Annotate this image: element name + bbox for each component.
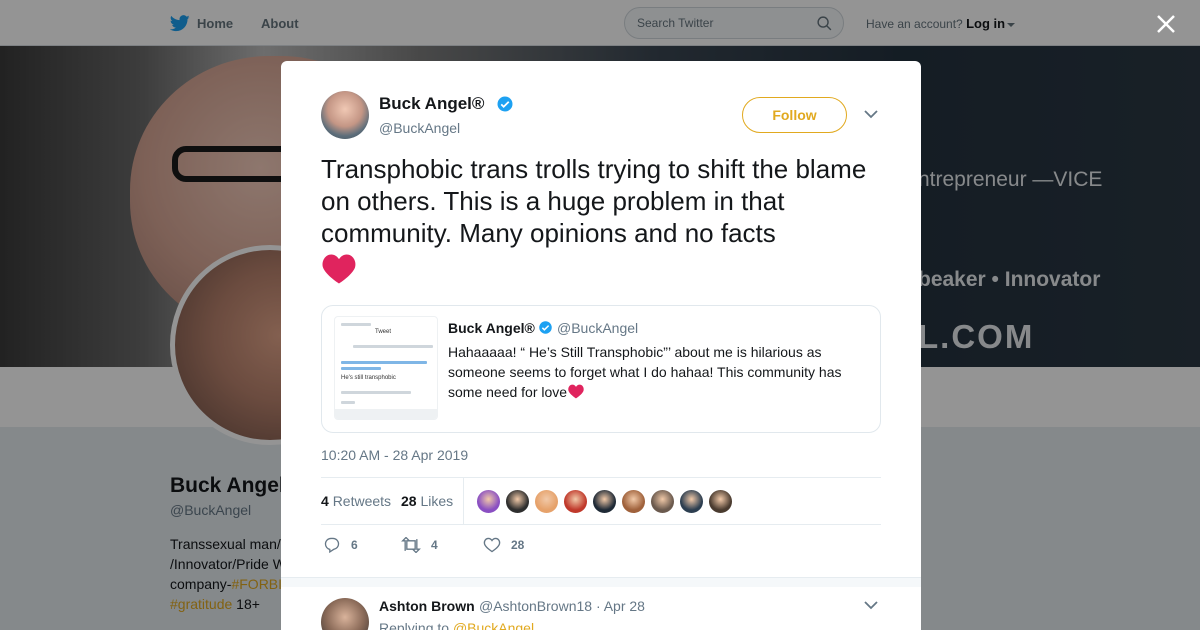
liker-avatar[interactable] <box>708 489 733 514</box>
liker-avatar[interactable] <box>534 489 559 514</box>
replying-prefix: Replying to <box>379 620 453 630</box>
thumb-row <box>341 361 427 364</box>
likes-label: Likes <box>420 493 454 509</box>
verified-badge-icon <box>539 321 552 334</box>
retweets-count: 4 <box>321 493 329 509</box>
tweet-modal: Buck Angel® @BuckAngel Follow Transphobi… <box>281 61 921 630</box>
reply-author-avatar[interactable] <box>321 598 369 630</box>
liker-avatar[interactable] <box>476 489 501 514</box>
likes-stat[interactable]: 28 Likes <box>401 493 453 509</box>
liker-avatar[interactable] <box>650 489 675 514</box>
retweets-label: Retweets <box>332 493 392 509</box>
liker-avatar[interactable] <box>621 489 646 514</box>
thumb-line: He's still transphobic <box>341 375 396 381</box>
quoted-author-handle: @BuckAngel <box>557 320 639 336</box>
quoted-body: Hahaaaaa! “ He’s Still Transphobic”’ abo… <box>448 344 842 400</box>
reply-author-name[interactable]: Ashton Brown <box>379 598 475 614</box>
thumb-row <box>353 345 433 348</box>
liker-avatars <box>476 489 737 514</box>
reply-icon <box>324 537 340 553</box>
thumb-status-bar <box>341 323 371 326</box>
like-icon <box>483 537 501 553</box>
author-avatar[interactable] <box>321 91 369 139</box>
reply-separator <box>281 577 921 587</box>
like-count: 28 <box>511 538 525 552</box>
mention-link[interactable]: @BuckAngel <box>453 620 534 630</box>
close-icon[interactable] <box>1154 12 1178 36</box>
author-name[interactable]: Buck Angel® <box>379 94 484 114</box>
heart-icon <box>568 384 584 399</box>
chevron-down-icon[interactable] <box>864 109 878 119</box>
quoted-tweet-text: Hahaaaaa! “ He’s Still Transphobic”’ abo… <box>448 342 868 402</box>
stats-divider <box>463 478 464 525</box>
thumb-row <box>341 367 381 370</box>
tweet-stats: 4 Retweets 28 Likes <box>321 477 881 525</box>
thumb-footer <box>335 409 437 419</box>
liker-avatar[interactable] <box>563 489 588 514</box>
tweet-timestamp[interactable]: 10:20 AM - 28 Apr 2019 <box>321 447 468 463</box>
retweet-button[interactable]: 4 <box>401 537 438 553</box>
thumb-title: Tweet <box>375 329 392 335</box>
thumb-row <box>341 391 411 394</box>
tweet-text: Transphobic trans trolls trying to shift… <box>321 153 881 285</box>
like-button[interactable]: 28 <box>483 537 524 553</box>
reply-button[interactable]: 6 <box>323 537 358 553</box>
liker-avatar[interactable] <box>505 489 530 514</box>
retweets-stat[interactable]: 4 Retweets <box>321 493 391 509</box>
likes-count: 28 <box>401 493 417 509</box>
replying-to: Replying to @BuckAngel <box>379 620 534 630</box>
thumb-row <box>341 401 355 404</box>
liker-avatar[interactable] <box>679 489 704 514</box>
retweet-icon <box>401 537 421 553</box>
chevron-down-icon[interactable] <box>864 600 878 610</box>
tweet-body: Transphobic trans trolls trying to shift… <box>321 154 867 248</box>
reply-count: 6 <box>351 538 358 552</box>
follow-button[interactable]: Follow <box>742 97 847 133</box>
tweet-actions: 6 4 28 <box>321 537 881 559</box>
verified-badge-icon <box>497 96 513 112</box>
heart-icon <box>322 254 356 284</box>
author-handle[interactable]: @BuckAngel <box>379 120 460 136</box>
retweet-count: 4 <box>431 538 438 552</box>
quoted-tweet-image[interactable]: Tweet He's still transphobic <box>334 316 438 420</box>
liker-avatar[interactable] <box>592 489 617 514</box>
quoted-tweet[interactable]: Tweet He's still transphobic Buck Angel®… <box>321 305 881 433</box>
quoted-author-name: Buck Angel® <box>448 320 535 336</box>
reply-author-handle[interactable]: @AshtonBrown18 · Apr 28 <box>479 598 645 614</box>
